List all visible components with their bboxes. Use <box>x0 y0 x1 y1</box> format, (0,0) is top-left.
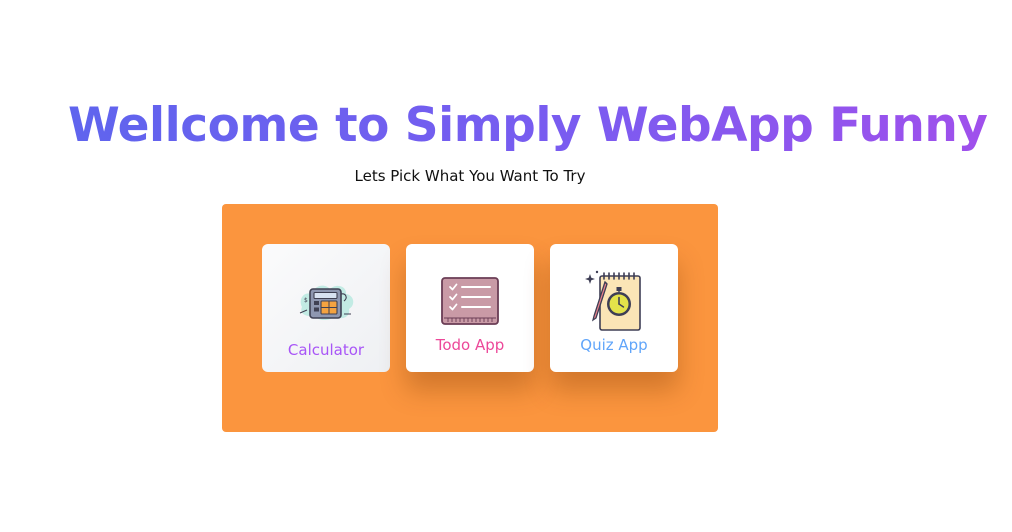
todo-list-icon <box>441 277 499 325</box>
calculator-icon: $ <box>299 285 354 321</box>
quiz-app-card[interactable]: Quiz App <box>550 244 678 372</box>
page-title: Wellcome to Simply WebApp Funny <box>68 96 988 156</box>
page-subtitle: Lets Pick What You Want To Try <box>354 167 586 185</box>
calculator-card[interactable]: $ Calculator <box>262 244 390 372</box>
page: Wellcome to Simply WebApp Funny Lets Pic… <box>0 0 1012 532</box>
app-picker-panel: $ Calculator Todo App Quiz App <box>222 204 718 432</box>
stopwatch-notebook-icon <box>585 270 641 331</box>
quiz-app-label: Quiz App <box>580 336 648 354</box>
calculator-label: Calculator <box>287 341 365 359</box>
todo-app-label: Todo App <box>435 336 505 354</box>
todo-app-card[interactable]: Todo App <box>406 244 534 372</box>
svg-text:$: $ <box>304 297 308 304</box>
